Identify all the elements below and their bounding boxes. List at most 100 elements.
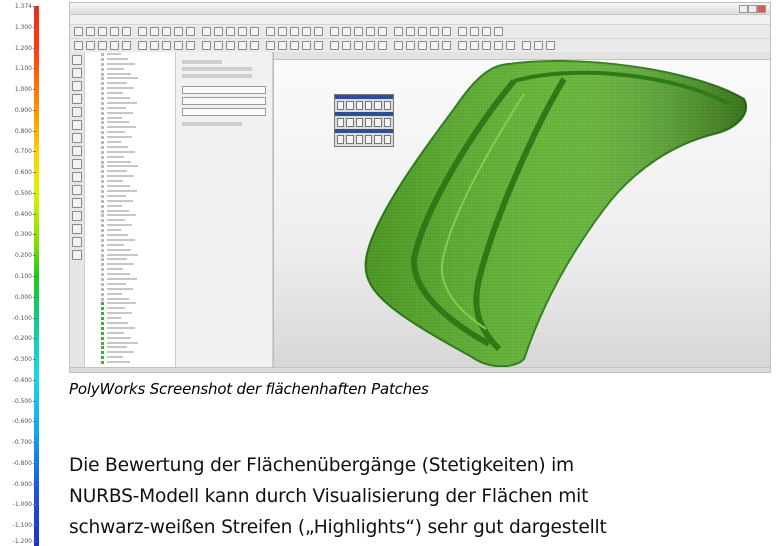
scale-tick-label: 1.000 xyxy=(2,86,36,93)
tool-icon xyxy=(110,27,119,36)
tool-icon xyxy=(226,41,235,50)
scale-tick-label: -0.800 xyxy=(2,460,36,467)
tool-icon xyxy=(150,27,159,36)
scale-tick-label: -0.100 xyxy=(2,315,36,322)
scale-tick-label: -1.100 xyxy=(2,522,36,529)
tool-icon xyxy=(72,198,82,208)
toolbar-secondary xyxy=(70,39,770,53)
tool-icon xyxy=(72,81,82,91)
scale-tick-label: -0.700 xyxy=(2,439,36,446)
maximize-icon xyxy=(748,5,757,13)
body-line: schwarz-weißen Streifen („Highlights“) s… xyxy=(69,517,607,538)
tool-icon xyxy=(494,27,503,36)
tool-icon xyxy=(162,27,171,36)
tool-icon xyxy=(278,41,287,50)
tool-icon xyxy=(458,41,467,50)
tool-icon xyxy=(110,41,119,50)
tool-icon xyxy=(72,237,82,247)
tool-icon xyxy=(98,27,107,36)
tool-icon xyxy=(238,41,247,50)
tool-icon xyxy=(72,120,82,130)
tool-icon xyxy=(202,41,211,50)
tool-icon xyxy=(342,27,351,36)
tool-icon xyxy=(394,41,403,50)
tool-icon xyxy=(378,41,387,50)
scale-tick-label: 1.300 xyxy=(2,24,36,31)
tool-icon xyxy=(378,27,387,36)
tool-icon xyxy=(342,41,351,50)
minimize-icon xyxy=(739,5,748,13)
tool-icon xyxy=(366,41,375,50)
body-line: Die Bewertung der Flächenübergänge (Stet… xyxy=(69,455,574,476)
tool-icon xyxy=(150,41,159,50)
tool-icon xyxy=(214,41,223,50)
body-line: NURBS-Modell kann durch Visualisierung d… xyxy=(69,486,589,507)
tool-icon xyxy=(72,55,82,65)
tool-icon xyxy=(72,68,82,78)
tool-icon xyxy=(72,250,82,260)
tool-icon xyxy=(72,224,82,234)
tool-icon xyxy=(266,41,275,50)
tool-icon xyxy=(314,41,323,50)
tool-icon xyxy=(86,41,95,50)
tool-icon xyxy=(522,41,531,50)
tool-icon xyxy=(72,159,82,169)
tool-icon xyxy=(302,27,311,36)
tool-icon xyxy=(394,27,403,36)
scale-tick-label: 1.374 xyxy=(2,3,36,10)
status-bar xyxy=(70,367,770,372)
tool-icon xyxy=(138,41,147,50)
body-paragraph: Die Bewertung der Flächenübergänge (Stet… xyxy=(69,450,769,543)
tool-icon xyxy=(214,27,223,36)
tool-icon xyxy=(162,41,171,50)
scale-tick-label: -0.500 xyxy=(2,398,36,405)
tool-icon xyxy=(470,27,479,36)
tool-icon xyxy=(534,41,543,50)
scale-tick-label: -1.000 xyxy=(2,501,36,508)
3d-viewport xyxy=(273,52,770,372)
tool-icon xyxy=(72,185,82,195)
tool-icon xyxy=(226,27,235,36)
tool-icon xyxy=(506,41,515,50)
scale-tick-label: 1.100 xyxy=(2,65,36,72)
tool-icon xyxy=(138,27,147,36)
tool-icon xyxy=(72,94,82,104)
scale-tick-label: 0.500 xyxy=(2,190,36,197)
tool-icon xyxy=(494,41,503,50)
tool-strip xyxy=(70,52,85,372)
scale-tick-label: -0.200 xyxy=(2,335,36,342)
tool-icon xyxy=(442,41,451,50)
menu-bar xyxy=(70,15,770,25)
tool-icon xyxy=(186,27,195,36)
tool-icon xyxy=(174,41,183,50)
tool-icon xyxy=(330,27,339,36)
tool-icon xyxy=(470,41,479,50)
tool-icon xyxy=(250,41,259,50)
tree-row xyxy=(85,360,175,365)
tool-icon xyxy=(278,27,287,36)
scale-tick-label: -0.600 xyxy=(2,418,36,425)
tool-icon xyxy=(74,41,83,50)
tool-icon xyxy=(72,107,82,117)
tool-icon xyxy=(482,41,491,50)
tool-icon xyxy=(72,133,82,143)
tool-icon xyxy=(442,27,451,36)
tool-icon xyxy=(86,27,95,36)
tool-icon xyxy=(546,41,555,50)
figure-caption: PolyWorks Screenshot der flächenhaften P… xyxy=(69,380,429,398)
tool-icon xyxy=(122,41,131,50)
scale-tick-label: 0.200 xyxy=(2,252,36,259)
tool-icon xyxy=(354,27,363,36)
tool-icon xyxy=(186,41,195,50)
polyworks-screenshot xyxy=(69,2,771,373)
tool-icon xyxy=(458,27,467,36)
dialog-panel xyxy=(176,52,273,372)
scale-tick-label: 0.100 xyxy=(2,273,36,280)
tool-icon xyxy=(250,27,259,36)
tool-icon xyxy=(122,27,131,36)
tool-icon xyxy=(330,41,339,50)
tool-icon xyxy=(366,27,375,36)
window-titlebar xyxy=(70,3,770,15)
scale-tick-label: 0.900 xyxy=(2,107,36,114)
tool-icon xyxy=(418,41,427,50)
